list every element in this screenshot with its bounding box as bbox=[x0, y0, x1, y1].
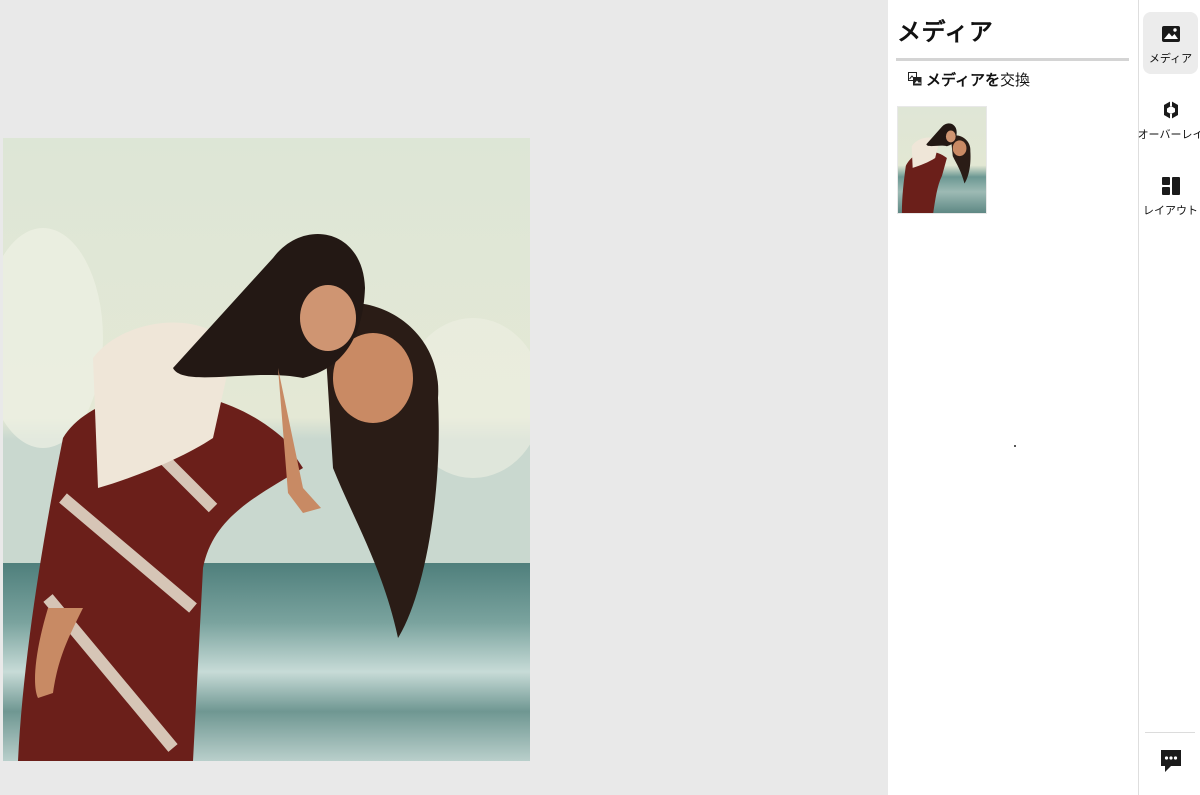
rail-divider bbox=[1145, 732, 1195, 733]
replace-media-button[interactable]: メディアを交換 bbox=[908, 68, 1030, 90]
beach-photo-illustration bbox=[3, 138, 530, 761]
photo-thumbnail-icon bbox=[901, 123, 971, 213]
replace-media-label-bold: メディアを bbox=[926, 70, 1000, 89]
chat-button[interactable] bbox=[1159, 748, 1183, 774]
overlay-icon bbox=[1163, 101, 1178, 119]
panel-title: メディア bbox=[897, 18, 994, 46]
panel-divider bbox=[896, 58, 1129, 61]
rail-item-media[interactable]: メディア bbox=[1143, 12, 1198, 74]
replace-media-label-rest: 交換 bbox=[999, 70, 1030, 89]
media-panel: メディア メディアを交換 bbox=[888, 0, 1138, 795]
canvas-photo[interactable] bbox=[3, 138, 530, 761]
layout-icon bbox=[1161, 177, 1180, 195]
editor-canvas[interactable] bbox=[0, 0, 888, 795]
replace-media-label: メディアを交換 bbox=[926, 69, 1030, 90]
app-root: メディア メディアを交換 メディア オーバーレイ レイアウト bbox=[0, 0, 1200, 795]
rail-item-layout[interactable]: レイアウト bbox=[1143, 164, 1198, 226]
media-thumbnail[interactable] bbox=[897, 106, 987, 214]
right-rail: メディア オーバーレイ レイアウト bbox=[1138, 0, 1200, 795]
rail-item-overlay[interactable]: オーバーレイ bbox=[1138, 88, 1200, 150]
swap-media-icon bbox=[908, 72, 922, 86]
rail-label-media: メディア bbox=[1148, 52, 1193, 65]
rail-label-layout: レイアウト bbox=[1143, 204, 1198, 217]
chat-icon bbox=[1161, 750, 1181, 772]
rail-label-overlay: オーバーレイ bbox=[1137, 128, 1200, 141]
stray-dot bbox=[1014, 445, 1016, 447]
image-icon bbox=[1161, 26, 1180, 42]
